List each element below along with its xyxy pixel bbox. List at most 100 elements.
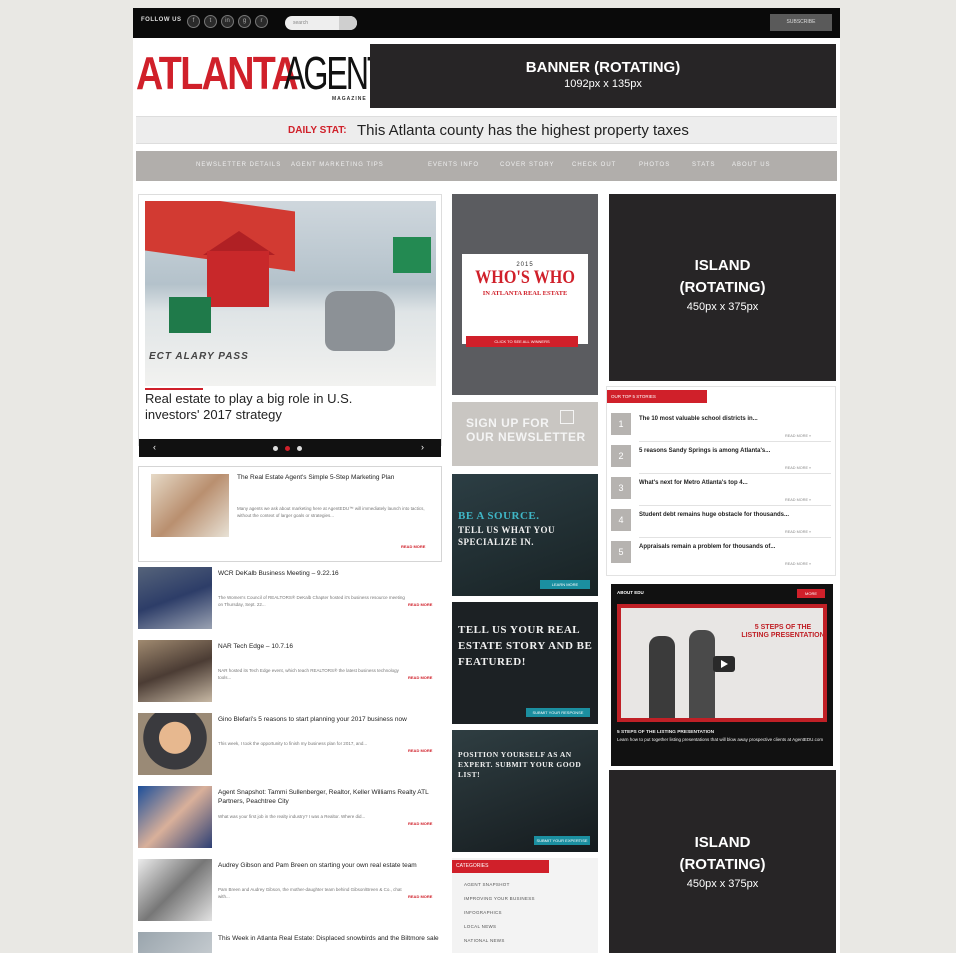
read-more-link[interactable]: READ MORE » [785, 466, 811, 470]
top-story-item[interactable]: 3 What's next for Metro Atlanta's top 4.… [607, 477, 835, 507]
list-item[interactable]: Audrey Gibson and Pam Breen on starting … [138, 859, 444, 921]
expert-promo[interactable]: POSITION YOURSELF AS AN EXPERT. SUBMIT Y… [452, 730, 598, 852]
linkedin-icon[interactable]: in [221, 15, 234, 28]
list-item[interactable]: NAR Tech Edge – 10.7.16 NAR hosted its T… [138, 640, 444, 702]
video-frame-title: 5 STEPS OF THE LISTING PRESENTATION [741, 624, 825, 639]
slider-dot-active[interactable] [285, 446, 290, 451]
story-title[interactable]: WCR DeKalb Business Meeting – 9.22.16 [218, 569, 444, 578]
top-story-title[interactable]: The 10 most valuable school districts in… [639, 415, 829, 424]
nav-item-cover-story[interactable]: COVER STORY [500, 162, 554, 168]
story-title[interactable]: Gino Blefari's 5 reasons to start planni… [218, 715, 444, 724]
submit-response-button[interactable]: SUBMIT YOUR RESPONSE [526, 708, 590, 717]
nav-item-check-out[interactable]: CHECK OUT [572, 162, 616, 168]
story-thumbnail[interactable] [138, 786, 212, 848]
category-link[interactable]: NATIONAL NEWS [464, 938, 505, 943]
list-item[interactable]: This Week in Atlanta Real Estate: Displa… [138, 932, 444, 953]
categories-title: CATEGORIES [452, 860, 549, 873]
video-player[interactable]: 5 STEPS OF THE LISTING PRESENTATION [617, 604, 827, 722]
slider-dot[interactable] [297, 446, 302, 451]
promo-text: POSITION YOURSELF AS AN EXPERT. SUBMIT Y… [458, 750, 582, 779]
video-caption-text: Learn how to put together listing presen… [617, 737, 824, 742]
banner-size: 1092px x 135px [564, 78, 642, 90]
read-more-link[interactable]: READ MORE [408, 748, 432, 753]
top-story-title[interactable]: 5 reasons Sandy Springs is among Atlanta… [639, 447, 829, 456]
read-more-link[interactable]: READ MORE » [785, 434, 811, 438]
read-more-link[interactable]: READ MORE » [785, 530, 811, 534]
story-thumbnail[interactable] [138, 640, 212, 702]
nav-item-stats[interactable]: STATS [692, 162, 715, 168]
site-logo[interactable]: ATLANTA AGENT MAGAZINE [136, 46, 387, 106]
whos-who-subtitle: IN ATLANTA REAL ESTATE [482, 290, 568, 297]
next-arrow-icon[interactable]: › [421, 442, 424, 452]
banner-ad[interactable]: BANNER (ROTATING) 1092px x 135px [370, 44, 836, 108]
hero-slider[interactable]: ECT ALARY PASS Real estate to play a big… [138, 194, 442, 457]
featured-article-title[interactable]: The Real Estate Agent's Simple 5-Step Ma… [237, 473, 427, 482]
more-videos-button[interactable]: MORE [797, 589, 825, 598]
top-story-title[interactable]: Appraisals remain a problem for thousand… [639, 543, 829, 552]
story-title[interactable]: This Week in Atlanta Real Estate: Displa… [218, 934, 444, 943]
presenter-figure [689, 630, 715, 718]
googleplus-icon[interactable]: g [238, 15, 251, 28]
story-title[interactable]: Agent Snapshot: Tammi Sullenberger, Real… [218, 788, 444, 806]
slider-dot[interactable] [273, 446, 278, 451]
category-link[interactable]: LOCAL NEWS [464, 924, 496, 929]
slider-controls: ‹ › [139, 439, 441, 457]
hero-title[interactable]: Real estate to play a big role in U.S. i… [145, 391, 405, 423]
search-button[interactable] [339, 16, 357, 30]
nav-item-photos[interactable]: PHOTOS [639, 162, 670, 168]
green-house [169, 297, 211, 333]
read-more-link[interactable]: READ MORE » [785, 498, 811, 502]
category-link[interactable]: INFOGRAPHICS [464, 910, 502, 915]
read-more-link[interactable]: READ MORE [408, 602, 432, 607]
divider [639, 473, 831, 474]
story-thumbnail[interactable] [138, 932, 212, 953]
read-more-link[interactable]: READ MORE [401, 544, 425, 549]
rss-icon[interactable]: r [255, 15, 268, 28]
see-all-winners-button[interactable]: CLICK TO SEE ALL WINNERS [466, 336, 578, 347]
category-link[interactable]: IMPROVING YOUR BUSINESS [464, 896, 535, 901]
island-ad-2[interactable]: ISLAND (ROTATING) 450px x 375px [609, 770, 836, 953]
top-story-item[interactable]: 1 The 10 most valuable school districts … [607, 413, 835, 443]
top-story-item[interactable]: 5 Appraisals remain a problem for thousa… [607, 541, 835, 571]
story-excerpt: What was your first job in the realty in… [218, 814, 366, 819]
top-story-item[interactable]: 4 Student debt remains huge obstacle for… [607, 509, 835, 539]
story-title[interactable]: Audrey Gibson and Pam Breen on starting … [218, 861, 444, 870]
prev-arrow-icon[interactable]: ‹ [153, 442, 156, 452]
island-ad[interactable]: ISLAND (ROTATING) 450px x 375px [609, 194, 836, 381]
whos-who-promo[interactable]: 2015 WHO'S WHO IN ATLANTA REAL ESTATE CL… [452, 194, 598, 395]
facebook-icon[interactable]: f [187, 15, 200, 28]
daily-stat-bar[interactable]: DAILY STAT: This Atlanta county has the … [136, 116, 837, 144]
story-thumbnail[interactable] [138, 859, 212, 921]
featured-article-image[interactable] [151, 474, 229, 537]
top-story-title[interactable]: Student debt remains huge obstacle for t… [639, 511, 829, 520]
be-a-source-promo[interactable]: BE A SOURCE. TELL US WHAT YOU SPECIALIZE… [452, 474, 598, 596]
story-thumbnail[interactable] [138, 567, 212, 629]
list-item[interactable]: Agent Snapshot: Tammi Sullenberger, Real… [138, 786, 444, 848]
read-more-link[interactable]: READ MORE [408, 894, 432, 899]
subscribe-button[interactable]: SUBSCRIBE [770, 14, 832, 31]
story-thumbnail[interactable] [138, 713, 212, 775]
nav-item-about[interactable]: ABOUT US [732, 162, 771, 168]
read-more-link[interactable]: READ MORE [408, 675, 432, 680]
hero-image[interactable]: ECT ALARY PASS [145, 201, 436, 386]
twitter-icon[interactable]: t [204, 15, 217, 28]
divider [639, 537, 831, 538]
play-icon[interactable] [713, 656, 735, 672]
category-link[interactable]: AGENT SNAPSHOT [464, 882, 510, 887]
top-story-title[interactable]: What's next for Metro Atlanta's top 4... [639, 479, 829, 488]
submit-expertise-button[interactable]: SUBMIT YOUR EXPERTISE [534, 836, 590, 845]
nav-item-marketing-tips[interactable]: AGENT MARKETING TIPS [291, 162, 384, 168]
list-item[interactable]: WCR DeKalb Business Meeting – 9.22.16 Th… [138, 567, 444, 629]
list-item[interactable]: Gino Blefari's 5 reasons to start planni… [138, 713, 444, 775]
read-more-link[interactable]: READ MORE [408, 821, 432, 826]
story-featured-promo[interactable]: TELL US YOUR REAL ESTATE STORY AND BE FE… [452, 602, 598, 724]
top-story-item[interactable]: 2 5 reasons Sandy Springs is among Atlan… [607, 445, 835, 475]
read-more-link[interactable]: READ MORE » [785, 562, 811, 566]
nav-item-events[interactable]: EVENTS INFO [428, 162, 479, 168]
newsletter-signup[interactable]: SIGN UP FOR OUR NEWSLETTER [452, 402, 598, 466]
divider [639, 441, 831, 442]
featured-article[interactable]: The Real Estate Agent's Simple 5-Step Ma… [138, 466, 442, 562]
nav-item-newsletter[interactable]: NEWSLETTER DETAILS [196, 162, 281, 168]
story-title[interactable]: NAR Tech Edge – 10.7.16 [218, 642, 444, 651]
learn-more-button[interactable]: LEARN MORE [540, 580, 590, 589]
